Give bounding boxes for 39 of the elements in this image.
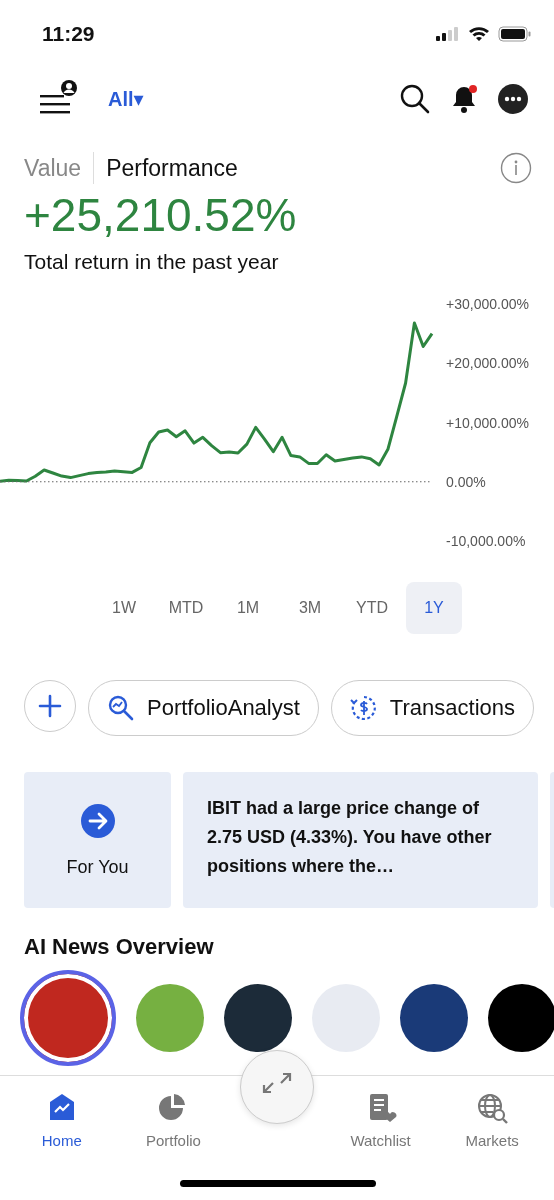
- section-title: AI News Overview: [23, 933, 215, 960]
- axis-label: 0.00%: [446, 473, 486, 490]
- range-tab[interactable]: YTD: [344, 582, 400, 634]
- more-icon[interactable]: [498, 84, 528, 114]
- nav-tab[interactable]: Home: [16, 1092, 107, 1200]
- alert-card[interactable]: IBIT had a large price change of 2.75 USD (4.33%). You have other positions where the…: [183, 772, 538, 908]
- axis-label: +30,000.00%: [446, 296, 529, 312]
- wifi-icon: [468, 26, 490, 42]
- info-icon[interactable]: [500, 152, 532, 184]
- search-icon[interactable]: [400, 84, 430, 114]
- axis-label: +10,000.00%: [446, 414, 529, 431]
- range-tab[interactable]: MTD: [158, 582, 214, 634]
- axis-label: -10,000.00%: [446, 533, 526, 549]
- account-filter[interactable]: All▾: [108, 87, 144, 111]
- dollar-history-icon: [349, 694, 378, 722]
- view-tab[interactable]: Performance: [106, 154, 250, 182]
- battery-icon: [498, 26, 532, 42]
- notification-bell-icon[interactable]: [450, 84, 478, 114]
- nav-tab[interactable]: Markets: [447, 1092, 538, 1200]
- action-chip[interactable]: PortfolioAnalyst: [88, 680, 319, 736]
- analysis-search-icon: [107, 694, 135, 722]
- range-tab[interactable]: 1M: [220, 582, 276, 634]
- total-return-caption: Total return in the past year: [23, 249, 280, 274]
- nav-tab[interactable]: Portfolio: [128, 1092, 219, 1200]
- status-time: 11:29: [42, 22, 95, 46]
- plus-icon: [38, 694, 62, 718]
- add-button[interactable]: [24, 680, 76, 732]
- action-chip[interactable]: Transactions: [330, 680, 534, 736]
- for-you-card[interactable]: For You: [24, 772, 171, 908]
- range-tab[interactable]: 1Y: [406, 582, 462, 634]
- markets-icon: [476, 1092, 509, 1124]
- view-tab[interactable]: Value: [24, 154, 94, 182]
- axis-label: +20,000.00%: [446, 355, 529, 372]
- total-return-value: +25,210.52%: [23, 188, 298, 242]
- range-tab[interactable]: 1W: [96, 582, 152, 634]
- range-tab[interactable]: 3M: [282, 582, 338, 634]
- expand-button[interactable]: [240, 1050, 314, 1124]
- arrow-right-icon: [79, 802, 116, 839]
- signal-icon: [436, 27, 460, 41]
